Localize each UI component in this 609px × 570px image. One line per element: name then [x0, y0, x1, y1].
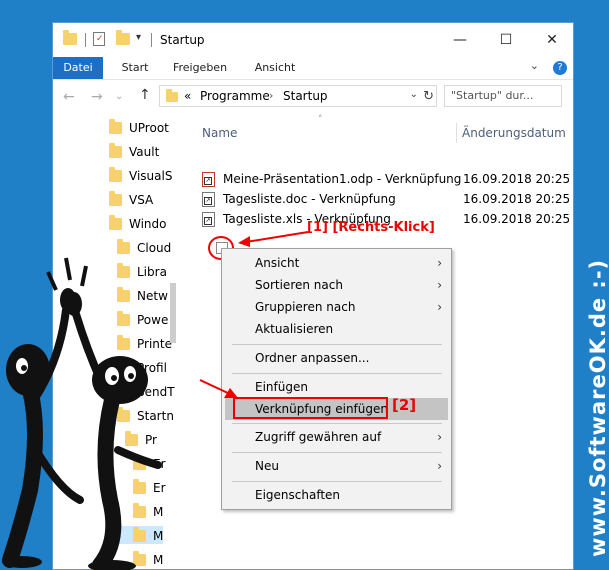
search-input[interactable]: "Startup" dur... — [444, 85, 562, 107]
menu-separator — [232, 373, 442, 374]
properties-icon[interactable]: ✓ — [93, 32, 105, 46]
column-header-date[interactable]: Änderungsdatum — [462, 121, 566, 145]
column-header-name[interactable]: Name — [202, 121, 237, 145]
address-bar[interactable]: « Programme › Startup ⌄ ↻ — [159, 85, 437, 107]
title-bar: ✓ ▾ Startup — ☐ ✕ — [53, 23, 573, 57]
chevron-right-icon: › — [437, 459, 442, 473]
chevron-right-icon: › — [437, 256, 442, 270]
separator — [151, 33, 152, 47]
menu-separator — [232, 344, 442, 345]
menu-separator — [232, 481, 442, 482]
menu-item-group-by[interactable]: Gruppieren nach › — [225, 296, 448, 318]
refresh-icon[interactable]: ↻ — [423, 89, 434, 104]
chevron-right-icon: › — [437, 300, 442, 314]
folder-icon — [166, 89, 178, 102]
folder-icon — [109, 191, 122, 206]
help-icon[interactable]: ? — [553, 61, 567, 75]
annotation-arrow-1 — [238, 231, 309, 247]
context-menu: Ansicht › Sortieren nach › Gruppieren nach… — [221, 248, 452, 510]
cartoon-figures-illustration — [2, 257, 162, 570]
folder-icon — [63, 30, 77, 45]
window-title: Startup — [160, 33, 205, 47]
tab-file[interactable]: Datei — [53, 57, 103, 79]
menu-item-view[interactable]: Ansicht › — [225, 252, 448, 274]
folder-icon — [109, 215, 122, 230]
menu-separator — [232, 452, 442, 453]
menu-item-give-access[interactable]: Zugriff gewähren auf › — [225, 426, 448, 448]
new-folder-icon[interactable] — [116, 30, 130, 45]
tab-share[interactable]: Freigeben — [165, 57, 235, 79]
chevron-down-icon[interactable]: ⌄ — [530, 59, 539, 72]
ribbon: Datei Start Freigeben Ansicht ⌄ ? — [53, 57, 573, 80]
breadcrumb-startup[interactable]: Startup — [283, 89, 328, 103]
column-separator[interactable] — [456, 123, 457, 143]
menu-item-customize-folder[interactable]: Ordner anpassen... — [225, 347, 448, 369]
close-button[interactable]: ✕ — [529, 23, 573, 57]
xls-shortcut-icon: ↗ — [202, 212, 215, 227]
quick-access-dropdown-icon[interactable]: ▾ — [136, 32, 141, 43]
doc-shortcut-icon: ↗ — [202, 192, 215, 207]
forward-arrow-icon[interactable]: → — [91, 89, 103, 105]
address-dropdown-icon[interactable]: ⌄ — [410, 89, 418, 100]
folder-icon — [109, 143, 122, 158]
annotation-step1: [1] [Rechts-Klick] — [307, 220, 435, 235]
back-arrow-icon[interactable]: ← — [63, 89, 75, 105]
sort-ascending-icon: ˄ — [318, 115, 323, 125]
breadcrumb-separator-icon[interactable]: › — [269, 89, 273, 102]
chevron-right-icon: › — [437, 430, 442, 444]
menu-item-new[interactable]: Neu › — [225, 455, 448, 477]
menu-item-properties[interactable]: Eigenschaften — [225, 484, 448, 506]
chevron-right-icon: › — [437, 278, 442, 292]
maximize-button[interactable]: ☐ — [483, 23, 529, 57]
annotation-highlight-box — [233, 397, 388, 419]
odp-shortcut-icon: ↗ — [202, 172, 215, 187]
menu-item-sort-by[interactable]: Sortieren nach › — [225, 274, 448, 296]
separator — [85, 33, 86, 47]
menu-item-refresh[interactable]: Aktualisieren — [225, 318, 448, 340]
watermark: www.SoftwareOK.de :-) — [586, 258, 609, 557]
recent-dropdown-icon[interactable]: ⌄ — [115, 91, 123, 102]
breadcrumb-prefix[interactable]: « — [184, 89, 191, 103]
menu-separator — [232, 423, 442, 424]
annotation-step2: [2] — [392, 396, 417, 414]
folder-icon — [109, 167, 122, 182]
minimize-button[interactable]: — — [437, 23, 483, 57]
up-arrow-icon[interactable]: ↑ — [139, 87, 151, 103]
folder-icon — [109, 119, 122, 134]
address-row: ← → ⌄ ↑ « Programme › Startup ⌄ ↻ "Start… — [53, 79, 573, 115]
tab-view[interactable]: Ansicht — [246, 57, 304, 79]
tab-start[interactable]: Start — [113, 57, 157, 79]
menu-item-paste[interactable]: Einfügen — [225, 376, 448, 398]
breadcrumb-programme[interactable]: Programme — [200, 89, 270, 103]
annotation-arrow-2 — [199, 379, 238, 398]
